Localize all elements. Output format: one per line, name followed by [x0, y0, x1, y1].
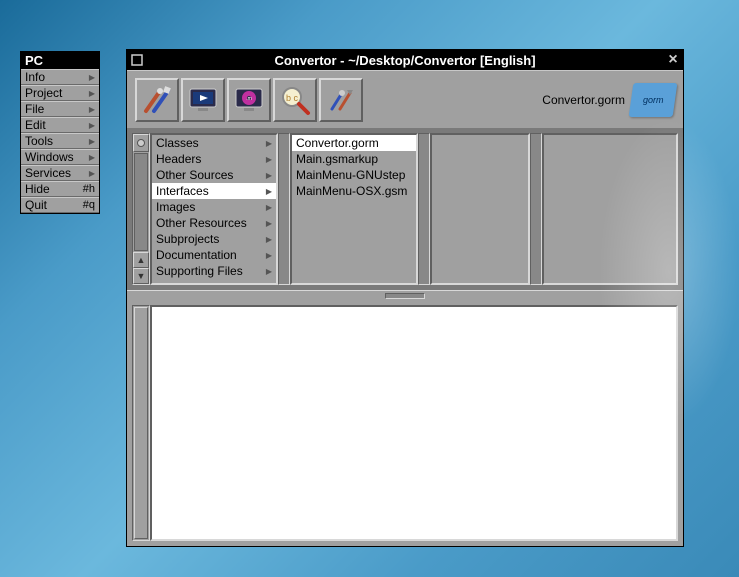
submenu-arrow-icon: ▶: [89, 105, 95, 114]
menu-item-quit[interactable]: Quit#q: [21, 197, 99, 213]
loaded-files-button[interactable]: .m: [227, 78, 271, 122]
branch-arrow-icon: ▶: [266, 267, 272, 276]
browser-column-3[interactable]: [430, 133, 530, 285]
titlebar[interactable]: Convertor - ~/Desktop/Convertor [English…: [127, 50, 683, 70]
close-button[interactable]: ×: [663, 50, 683, 70]
menu-item-services[interactable]: Services▶: [21, 165, 99, 181]
branch-arrow-icon: ▶: [266, 171, 272, 180]
close-icon: ×: [668, 51, 677, 69]
branch-arrow-icon: ▶: [266, 155, 272, 164]
category-other-resources[interactable]: Other Resources▶: [152, 215, 276, 231]
browser-column-2[interactable]: Convertor.gorm Main.gsmarkup MainMenu-GN…: [290, 133, 418, 285]
branch-arrow-icon: ▶: [266, 187, 272, 196]
build-tools-icon: [140, 83, 174, 117]
submenu-arrow-icon: ▶: [89, 169, 95, 178]
category-headers[interactable]: Headers▶: [152, 151, 276, 167]
miniaturize-button[interactable]: [127, 50, 147, 70]
category-subprojects[interactable]: Subprojects▶: [152, 231, 276, 247]
editor-content[interactable]: [150, 305, 678, 541]
file-browser: ▲ ▼ Classes▶ Headers▶ Other Sources▶ Int…: [127, 128, 683, 290]
menu-item-windows[interactable]: Windows▶: [21, 149, 99, 165]
scroll-up-button[interactable]: ▲: [133, 252, 149, 268]
monitor-run-icon: [186, 83, 220, 117]
branch-arrow-icon: ▶: [266, 235, 272, 244]
submenu-arrow-icon: ▶: [89, 153, 95, 162]
category-classes[interactable]: Classes▶: [152, 135, 276, 151]
browser-column-1[interactable]: Classes▶ Headers▶ Other Sources▶ Interfa…: [150, 133, 278, 285]
find-button[interactable]: b c: [273, 78, 317, 122]
miniaturize-icon: [131, 54, 143, 66]
main-menu-title: PC: [21, 52, 99, 69]
magnifier-icon: b c: [278, 83, 312, 117]
browser-scroller[interactable]: ▲ ▼: [132, 133, 150, 285]
monitor-disc-icon: .m: [232, 83, 266, 117]
menu-item-tools[interactable]: Tools▶: [21, 133, 99, 149]
submenu-arrow-icon: ▶: [89, 89, 95, 98]
project-window: Convertor - ~/Desktop/Convertor [English…: [126, 49, 684, 547]
column-divider[interactable]: [418, 133, 430, 285]
column-divider[interactable]: [278, 133, 290, 285]
category-images[interactable]: Images▶: [152, 199, 276, 215]
column-divider[interactable]: [530, 133, 542, 285]
editor-area: [127, 300, 683, 546]
submenu-arrow-icon: ▶: [89, 121, 95, 130]
horizontal-splitter[interactable]: [127, 290, 683, 300]
file-item[interactable]: Convertor.gorm: [292, 135, 416, 151]
file-item[interactable]: Main.gsmarkup: [292, 151, 416, 167]
branch-arrow-icon: ▶: [266, 139, 272, 148]
window-title: Convertor - ~/Desktop/Convertor [English…: [147, 53, 663, 68]
branch-arrow-icon: ▶: [266, 219, 272, 228]
browser-column-4[interactable]: [542, 133, 678, 285]
menu-item-hide[interactable]: Hide#h: [21, 181, 99, 197]
build-button[interactable]: [135, 78, 179, 122]
main-menu: PC Info▶ Project▶ File▶ Edit▶ Tools▶ Win…: [20, 51, 100, 214]
menu-item-file[interactable]: File▶: [21, 101, 99, 117]
editor-scroller[interactable]: [132, 305, 150, 541]
selected-file-label: Convertor.gorm: [542, 93, 625, 107]
scroller-knob-icon[interactable]: [133, 134, 149, 152]
menu-item-edit[interactable]: Edit▶: [21, 117, 99, 133]
file-item[interactable]: MainMenu-GNUstep: [292, 167, 416, 183]
branch-arrow-icon: ▶: [266, 203, 272, 212]
category-documentation[interactable]: Documentation▶: [152, 247, 276, 263]
gorm-file-icon: gorm: [629, 83, 678, 117]
inspector-button[interactable]: [319, 78, 363, 122]
menu-item-info[interactable]: Info▶: [21, 69, 99, 85]
inspector-tools-icon: [324, 83, 358, 117]
scroll-down-button[interactable]: ▼: [133, 268, 149, 284]
submenu-arrow-icon: ▶: [89, 137, 95, 146]
branch-arrow-icon: ▶: [266, 251, 272, 260]
submenu-arrow-icon: ▶: [89, 73, 95, 82]
svg-text:.m: .m: [246, 96, 252, 102]
scroller-knob[interactable]: [134, 307, 148, 539]
toolbar: .m b c Convertor.gorm gorm: [127, 70, 683, 128]
launch-button[interactable]: [181, 78, 225, 122]
splitter-grip-icon: [385, 293, 425, 299]
category-supporting-files[interactable]: Supporting Files▶: [152, 263, 276, 279]
svg-text:b c: b c: [286, 93, 299, 103]
category-other-sources[interactable]: Other Sources▶: [152, 167, 276, 183]
menu-item-project[interactable]: Project▶: [21, 85, 99, 101]
file-item[interactable]: MainMenu-OSX.gsm: [292, 183, 416, 199]
category-interfaces[interactable]: Interfaces▶: [152, 183, 276, 199]
scroller-track[interactable]: [134, 153, 148, 251]
